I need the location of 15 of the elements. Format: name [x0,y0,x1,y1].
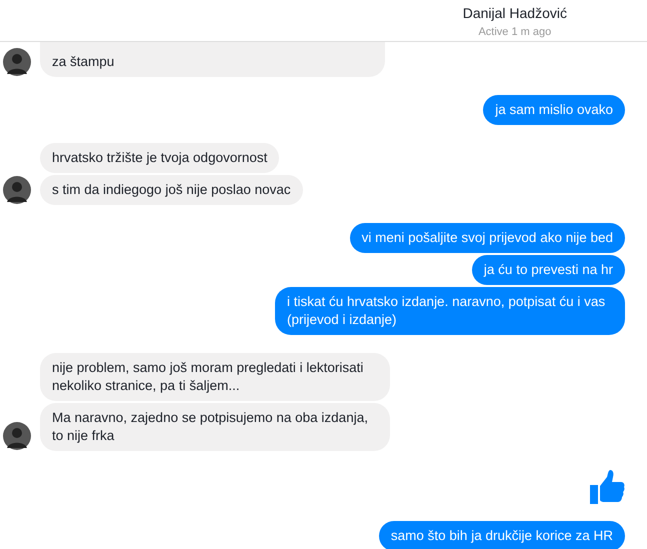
active-status: Active 1 m ago [478,26,552,38]
received-message: s tim da indiegogo još nije poslao novac [40,175,303,205]
avatar [3,48,31,76]
sent-message: ja sam mislio ovako [483,95,625,125]
received-message: nije problem, samo još moram pregledati i lektorisati nekoliko stranice, pa ti šaljem... [40,353,390,401]
received-message: Ma naravno, zajedno se potpisujemo na oba izdanja, to nije frka [40,403,390,451]
thumbs-up-icon [589,469,625,505]
contact-name: Danijal Hadžović [462,5,567,21]
received-message: hrvatsko tržište je tvoja odgovornost [40,143,280,173]
sent-message: vi meni pošaljite svoj prijevod ako nije bed [350,223,625,253]
sent-message: samo što bih ja drukčije korice za HR [378,521,625,549]
avatar [3,176,31,204]
sent-message: ja ću to prevesti na hr [472,255,625,285]
sent-message: i tiskat ću hrvatsko izdanje. naravno, potpisat ću i vas (prijevod i izdanje) [275,287,625,335]
avatar [3,422,31,450]
